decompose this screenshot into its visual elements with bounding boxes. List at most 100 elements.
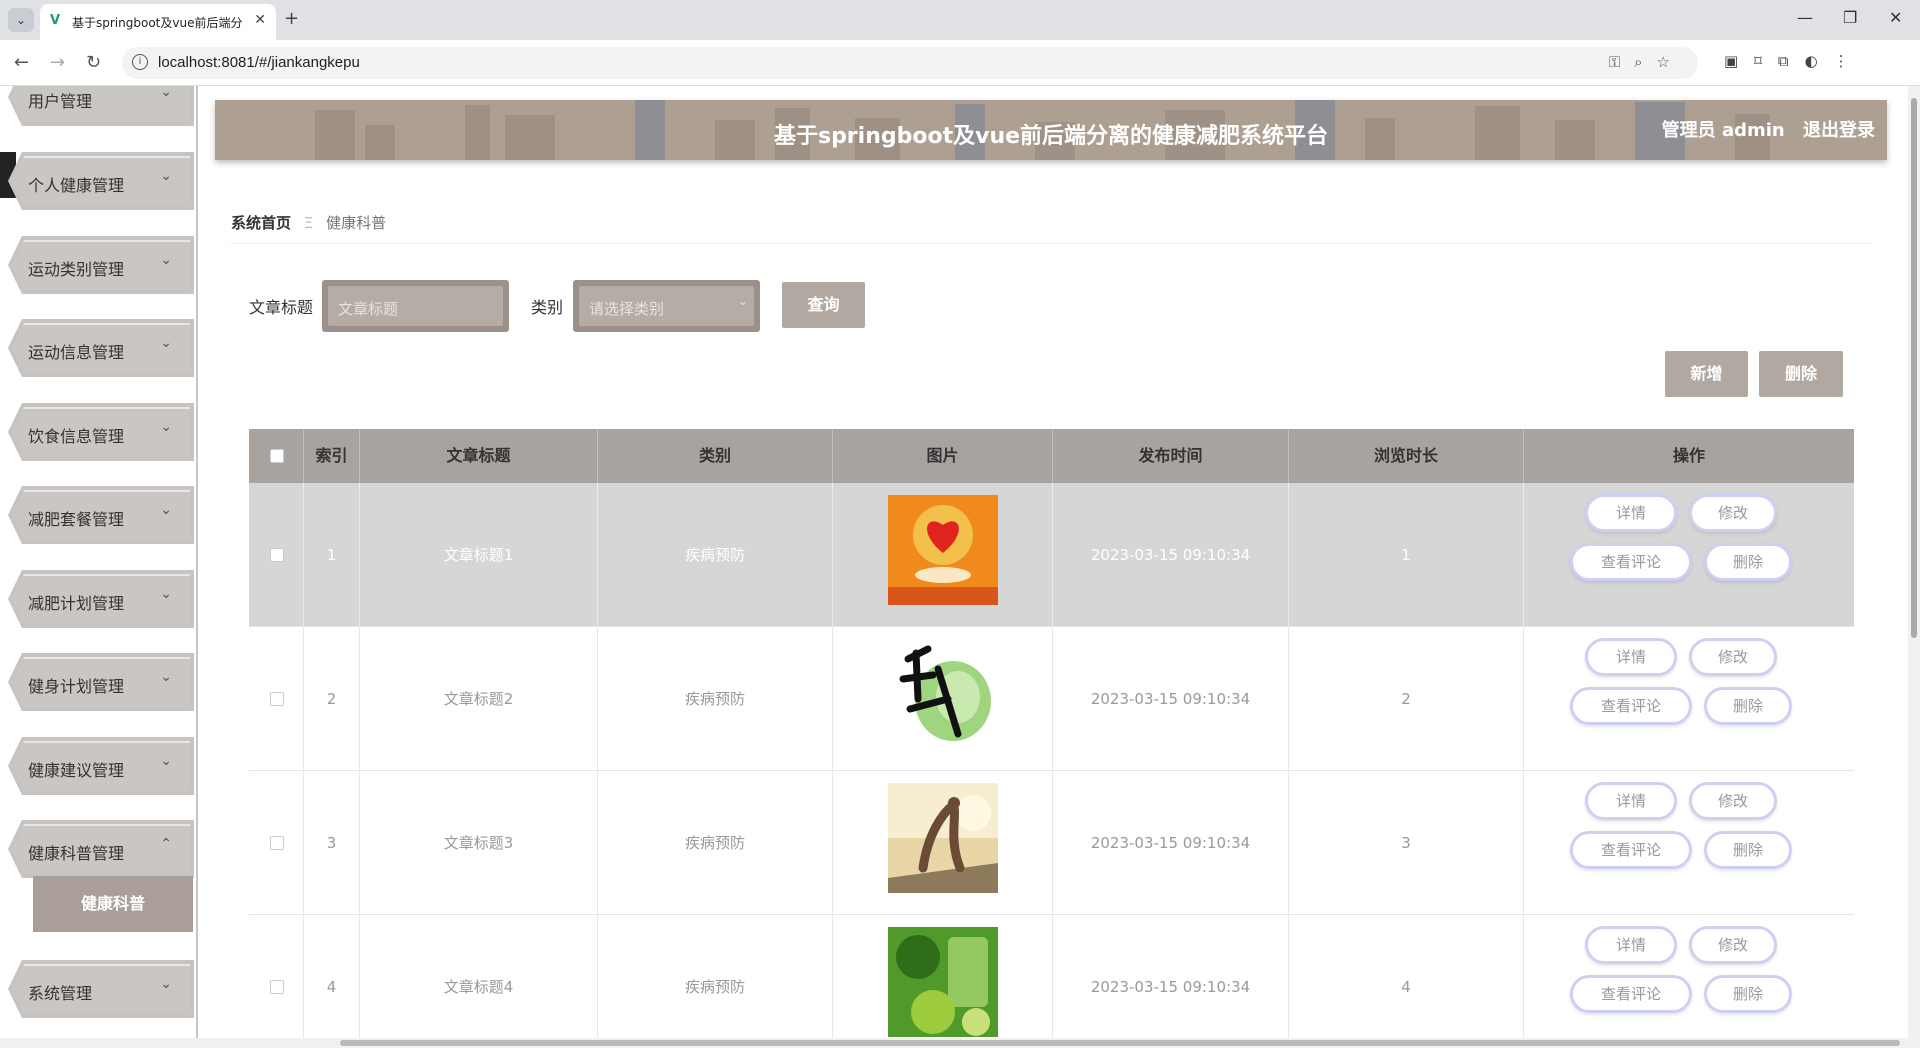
detail-button[interactable]: 详情 [1585,926,1677,964]
title-search-input[interactable]: 文章标题 [322,280,509,332]
header-user-area: 管理员 admin 退出登录 [1650,116,1875,142]
detail-button[interactable]: 详情 [1585,638,1677,676]
sidebar-item-diet-package[interactable]: 减肥套餐管理 ⌄ [8,486,194,544]
tab-close-icon[interactable]: ✕ [254,12,266,28]
sidebar: 用户管理 ⌄ 个人健康管理 ⌄ 运动类别管理 ⌄ 运动信息管理 ⌄ 饮食信息管理… [0,86,198,1048]
view-comments-button[interactable]: 查看评论 [1570,831,1692,869]
delete-button[interactable]: 删除 [1704,975,1792,1013]
sidebar-item-personal-health[interactable]: 个人健康管理 ⌄ [8,152,194,210]
cell-category: 疾病预防 [597,771,832,915]
url-text[interactable]: localhost:8081/#/jiankangkepu [158,54,360,71]
chevron-down-icon: ⌄ [160,86,172,100]
chevron-up-icon: ⌃ [160,836,172,852]
site-info-icon[interactable]: i [132,54,148,70]
cell-publish-time: 2023-03-15 09:10:34 [1052,915,1288,1048]
sidebar-subitem-health-science[interactable]: 健康科普 [33,876,193,932]
breadcrumb-home[interactable]: 系统首页 [231,214,291,232]
title-search-placeholder[interactable]: 文章标题 [328,286,503,326]
horizontal-scrollbar[interactable] [0,1038,1908,1048]
browser-tab[interactable]: V 基于springboot及vue前后端分 ✕ [40,4,276,40]
sidebar-item-health-science[interactable]: 健康科普管理 ⌃ [8,820,194,878]
forward-icon[interactable]: → [50,52,65,73]
page-title: 基于springboot及vue前后端分离的健康减肥系统平台 [773,124,1329,149]
row-checkbox[interactable] [270,548,284,562]
select-all-checkbox[interactable] [270,449,284,463]
query-button[interactable]: 查询 [782,282,865,328]
sidebar-item-diet-info[interactable]: 饮食信息管理 ⌄ [8,403,194,461]
detail-button[interactable]: 详情 [1585,494,1677,532]
view-comments-button[interactable]: 查看评论 [1570,687,1692,725]
chevron-down-icon: ⌄ [737,294,748,308]
detail-button[interactable]: 详情 [1585,782,1677,820]
sidebar-item-users[interactable]: 用户管理 ⌄ [8,86,194,126]
breadcrumb: 系统首页 Ξ 健康科普 [231,212,1871,244]
omnibox-actions-icon[interactable]: ⚿⌕☆ [1609,53,1684,71]
cell-view-duration: 3 [1288,771,1523,915]
vue-favicon-icon: V [50,13,61,28]
table-row: 1 文章标题1 疾病预防 2023-03-15 09:10:34 1 详情 修改… [249,483,1854,627]
cell-view-duration: 2 [1288,627,1523,771]
row-checkbox[interactable] [270,836,284,850]
browser-tabbar: ⌄ V 基于springboot及vue前后端分 ✕ + — ❐ ✕ [0,0,1920,40]
table-row: 4 文章标题4 疾病预防 2023-03-15 09:10:34 4 详情 修改… [249,915,1854,1048]
article-image[interactable] [888,495,998,605]
edit-button[interactable]: 修改 [1689,494,1777,532]
edit-button[interactable]: 修改 [1689,782,1777,820]
view-comments-button[interactable]: 查看评论 [1570,975,1692,1013]
cell-title: 文章标题4 [359,915,597,1048]
delete-button[interactable]: 删除 [1704,831,1792,869]
sidebar-item-label: 运动类别管理 [28,260,125,279]
table-row: 2 文章标题2 疾病预防 2023-03-15 09:10:34 2 详情 修改… [249,627,1854,771]
cell-index: 4 [303,915,359,1048]
title-search-label: 文章标题 [249,298,314,317]
page-header: 基于springboot及vue前后端分离的健康减肥系统平台 管理员 admin… [215,100,1887,160]
vertical-scrollbar[interactable] [1908,86,1920,1048]
article-image[interactable] [888,927,998,1037]
sidebar-item-label: 饮食信息管理 [28,427,125,446]
sidebar-item-fitness-plan[interactable]: 健身计划管理 ⌄ [8,653,194,711]
cell-index: 2 [303,627,359,771]
view-comments-button[interactable]: 查看评论 [1570,543,1692,581]
extensions-icon[interactable]: ▣⌑⧉◐⋮ [1724,52,1865,70]
window-close-icon[interactable]: ✕ [1889,8,1902,27]
chevron-down-icon: ⌄ [160,753,172,769]
address-bar[interactable]: i localhost:8081/#/jiankangkepu ⚿⌕☆ [122,47,1698,79]
back-icon[interactable]: ← [14,52,29,73]
minimize-icon[interactable]: — [1797,8,1813,27]
cell-title: 文章标题3 [359,771,597,915]
category-select[interactable]: 请选择类别 ⌄ [573,280,760,332]
reload-icon[interactable]: ↻ [86,52,101,73]
restore-icon[interactable]: ❐ [1843,8,1857,27]
sidebar-item-sport-info[interactable]: 运动信息管理 ⌄ [8,319,194,377]
delete-button[interactable]: 删除 [1704,687,1792,725]
sidebar-item-label: 运动信息管理 [28,343,125,362]
edit-button[interactable]: 修改 [1689,926,1777,964]
cell-publish-time: 2023-03-15 09:10:34 [1052,771,1288,915]
edit-button[interactable]: 修改 [1689,638,1777,676]
sidebar-item-system[interactable]: 系统管理 ⌄ [8,960,194,1018]
cell-category: 疾病预防 [597,915,832,1048]
header-title: 文章标题 [359,429,597,483]
sidebar-item-diet-plan[interactable]: 减肥计划管理 ⌄ [8,570,194,628]
row-checkbox[interactable] [270,692,284,706]
breadcrumb-separator: Ξ [303,214,314,232]
add-button[interactable]: 新增 [1665,351,1748,397]
current-user: 管理员 admin [1661,120,1785,141]
delete-button[interactable]: 删除 [1704,543,1792,581]
sidebar-item-health-advice[interactable]: 健康建议管理 ⌄ [8,737,194,795]
sidebar-item-label: 健身计划管理 [28,677,125,696]
cell-index: 1 [303,483,359,627]
article-image[interactable] [888,783,998,893]
chevron-down-icon: ⌄ [160,419,172,435]
cell-category: 疾病预防 [597,627,832,771]
new-tab-icon[interactable]: + [284,8,299,29]
article-image[interactable] [888,639,998,749]
batch-delete-button[interactable]: 删除 [1759,351,1843,397]
tab-search-icon[interactable]: ⌄ [8,8,34,32]
row-checkbox[interactable] [270,980,284,994]
sidebar-item-sport-category[interactable]: 运动类别管理 ⌄ [8,236,194,294]
header-publish-time: 发布时间 [1052,429,1288,483]
category-select-placeholder[interactable]: 请选择类别 [579,286,754,326]
cell-title: 文章标题1 [359,483,597,627]
logout-link[interactable]: 退出登录 [1803,120,1875,141]
